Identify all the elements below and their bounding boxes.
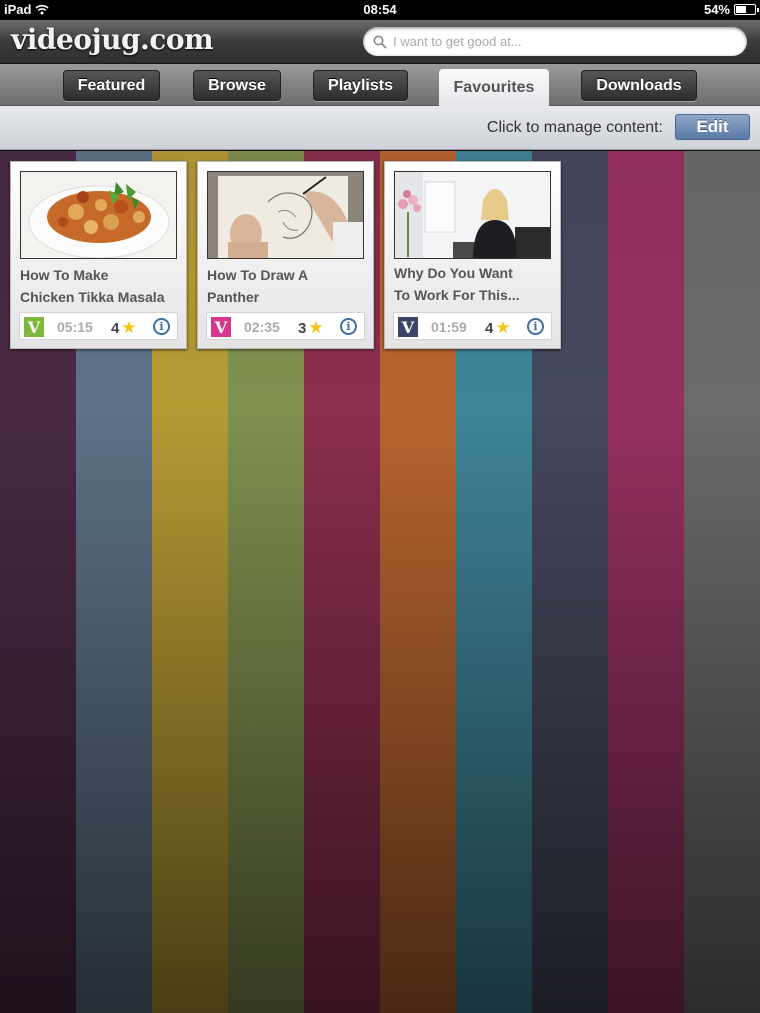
star-icon: ★: [495, 318, 511, 337]
search-icon: [373, 35, 387, 48]
videojug-badge-icon: V: [24, 317, 44, 337]
video-thumbnail[interactable]: [207, 171, 364, 259]
video-thumbnail[interactable]: [20, 171, 177, 259]
video-title-line: Chicken Tikka Masala: [20, 289, 165, 305]
video-meta: V 02:35 3 ★ i: [206, 312, 365, 340]
video-title[interactable]: How To Draw A Panther: [207, 264, 367, 308]
video-title[interactable]: How To Make Chicken Tikka Masala: [20, 264, 180, 308]
battery-percent: 54%: [703, 2, 730, 17]
video-title-line: How To Draw A: [207, 267, 309, 283]
info-icon[interactable]: i: [153, 318, 170, 335]
video-title-line: To Work For This...: [394, 287, 520, 303]
video-title[interactable]: Why Do You Want To Work For This...: [394, 262, 554, 306]
rating-value: 4: [485, 319, 494, 337]
tab-featured[interactable]: Featured: [63, 70, 160, 101]
rating-value: 3: [298, 319, 307, 337]
edit-button[interactable]: Edit: [675, 114, 750, 140]
status-right: 54%: [703, 2, 759, 17]
video-card[interactable]: How To Make Chicken Tikka Masala V 05:15…: [10, 161, 187, 349]
video-duration: 02:35: [244, 319, 280, 335]
video-rating: 4 ★: [111, 318, 137, 338]
video-thumbnail[interactable]: [394, 171, 551, 259]
app-header: videojug.com: [0, 20, 760, 64]
stripe: [608, 151, 684, 1013]
tab-browse[interactable]: Browse: [193, 70, 281, 101]
tab-favourites[interactable]: Favourites: [439, 69, 549, 107]
manage-label: Click to manage content:: [486, 119, 663, 136]
rating-value: 4: [111, 319, 120, 337]
video-card[interactable]: Why Do You Want To Work For This... V 01…: [384, 161, 561, 349]
logo[interactable]: videojug.com: [11, 23, 214, 56]
clock: 08:54: [363, 2, 397, 17]
video-duration: 05:15: [57, 319, 93, 335]
video-rating: 3 ★: [298, 318, 324, 338]
tab-downloads[interactable]: Downloads: [581, 70, 697, 101]
video-title-line: Panther: [207, 289, 260, 305]
battery-icon: [734, 4, 759, 15]
tab-playlists[interactable]: Playlists: [313, 70, 408, 101]
star-icon: ★: [121, 318, 137, 337]
status-bar: iPad 08:54 54%: [0, 0, 760, 20]
videojug-badge-icon: V: [398, 317, 418, 337]
search-bar[interactable]: [363, 27, 747, 56]
info-icon[interactable]: i: [527, 318, 544, 335]
star-icon: ★: [308, 318, 324, 337]
video-title-line: How To Make: [20, 267, 109, 283]
video-rating: 4 ★: [485, 318, 511, 338]
search-input[interactable]: [393, 34, 723, 49]
video-meta: V 01:59 4 ★ i: [393, 312, 552, 340]
manage-bar: Click to manage content: Edit: [0, 106, 760, 150]
video-meta: V 05:15 4 ★ i: [19, 312, 178, 340]
video-card[interactable]: How To Draw A Panther V 02:35 3 ★ i: [197, 161, 374, 349]
stripe: [684, 151, 760, 1013]
video-title-line: Why Do You Want: [394, 265, 513, 281]
videojug-badge-icon: V: [211, 317, 231, 337]
tab-bar: Featured Browse Playlists Favourites Dow…: [0, 64, 760, 107]
info-icon[interactable]: i: [340, 318, 357, 335]
video-duration: 01:59: [431, 319, 467, 335]
